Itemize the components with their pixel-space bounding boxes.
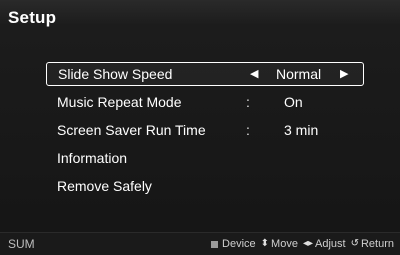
return-icon: ↺ bbox=[350, 238, 359, 249]
device-square-icon bbox=[211, 240, 219, 248]
separator-colon: : bbox=[246, 122, 250, 138]
menu-item-label: Screen Saver Run Time bbox=[57, 122, 206, 138]
hint-device[interactable]: Device bbox=[211, 233, 256, 255]
sum-label: SUM bbox=[8, 237, 35, 251]
slide-show-speed-value: Normal bbox=[276, 66, 322, 82]
key-hints: Device ⬍ Move ◂▸ Adjust ↺ Return bbox=[211, 233, 394, 255]
footer-bar: SUM Device ⬍ Move ◂▸ Adjust ↺ Return bbox=[0, 232, 400, 255]
setup-menu: Slide Show Speed ◀ Normal ▶ Music Repeat… bbox=[46, 62, 364, 202]
right-arrow-icon[interactable]: ▶ bbox=[340, 63, 348, 85]
menu-item-music-repeat-mode[interactable]: Music Repeat Mode : On bbox=[46, 90, 364, 114]
menu-item-label: Slide Show Speed bbox=[58, 66, 173, 82]
page-title: Setup bbox=[8, 8, 57, 27]
menu-item-remove-safely[interactable]: Remove Safely bbox=[46, 174, 364, 198]
menu-item-slide-show-speed[interactable]: Slide Show Speed ◀ Normal ▶ bbox=[46, 62, 364, 86]
menu-item-label: Music Repeat Mode bbox=[57, 94, 182, 110]
up-down-arrow-icon: ⬍ bbox=[260, 238, 270, 249]
menu-item-screen-saver-run-time[interactable]: Screen Saver Run Time : 3 min bbox=[46, 118, 364, 142]
separator-colon: : bbox=[246, 94, 250, 110]
left-arrow-icon[interactable]: ◀ bbox=[250, 63, 258, 85]
hint-adjust: ◂▸ Adjust bbox=[303, 233, 346, 255]
menu-item-information[interactable]: Information bbox=[46, 146, 364, 170]
menu-item-label: Remove Safely bbox=[57, 178, 152, 194]
hint-move: ⬍ Move bbox=[261, 233, 298, 255]
device-label: Device bbox=[222, 238, 256, 250]
left-right-arrow-icon: ◂▸ bbox=[302, 238, 313, 249]
music-repeat-mode-value: On bbox=[284, 94, 303, 110]
return-label: Return bbox=[360, 238, 394, 250]
hint-return[interactable]: ↺ Return bbox=[351, 233, 394, 255]
screen-saver-run-time-value: 3 min bbox=[284, 122, 319, 138]
setup-screen: Setup Slide Show Speed ◀ Normal ▶ Music … bbox=[0, 0, 400, 255]
move-label: Move bbox=[271, 238, 298, 250]
adjust-label: Adjust bbox=[315, 238, 346, 250]
menu-item-label: Information bbox=[57, 150, 128, 166]
